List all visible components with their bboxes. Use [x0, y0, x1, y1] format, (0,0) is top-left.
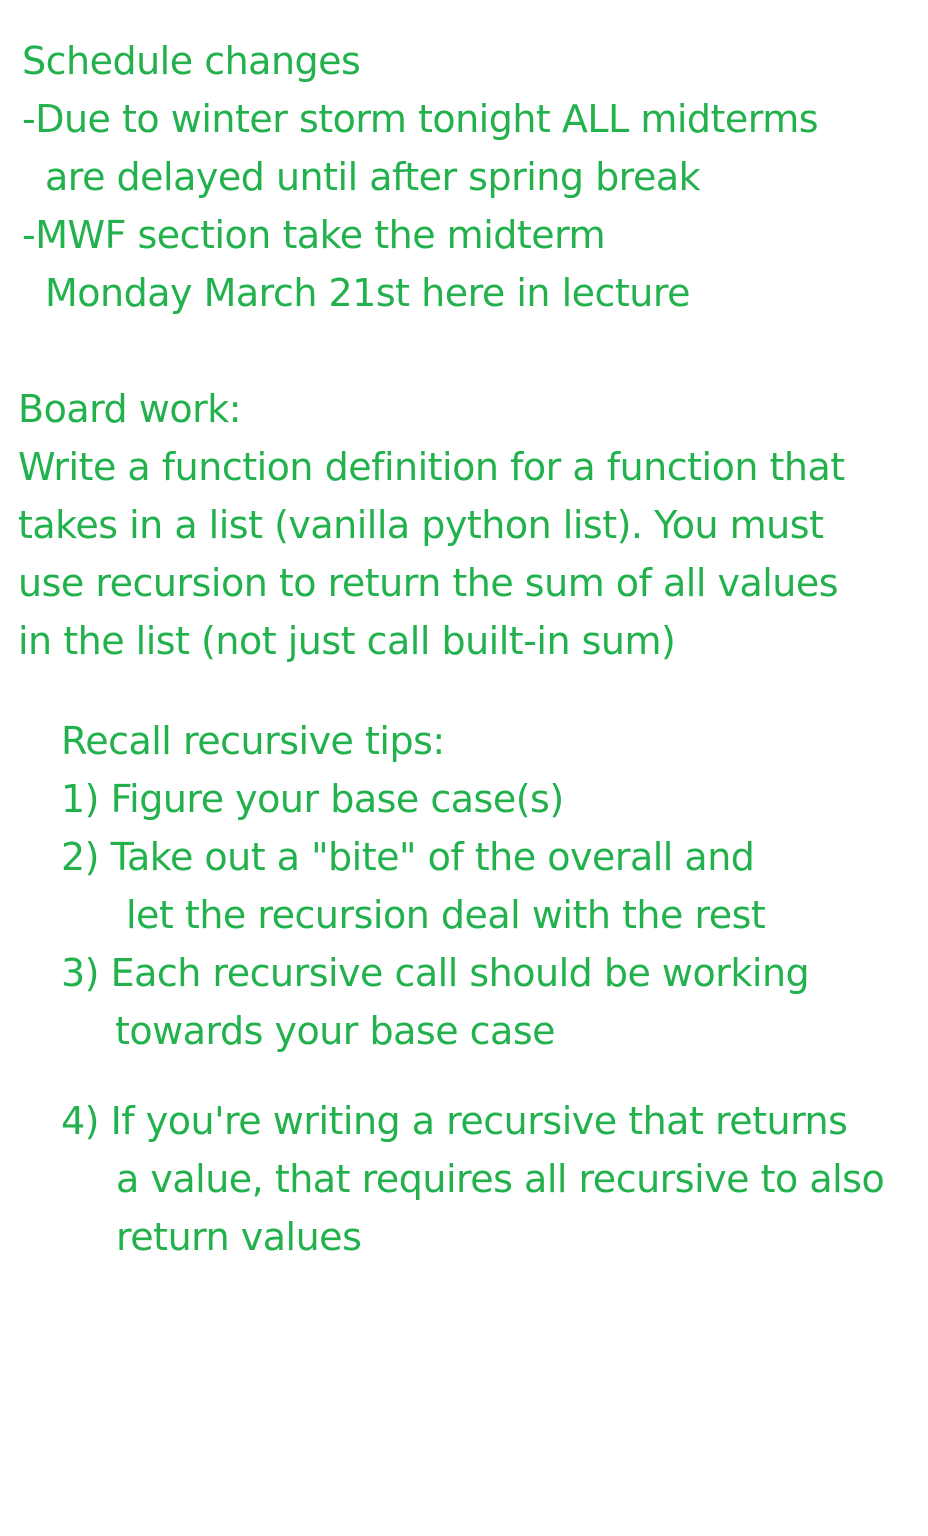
tip-line: towards your base case — [115, 1009, 556, 1053]
schedule-line: Monday March 21st here in lecture — [45, 271, 691, 315]
schedule-line: -Due to winter storm tonight ALL midterm… — [22, 97, 819, 141]
board-work-heading: Board work: — [18, 387, 242, 431]
tip-line: return values — [116, 1215, 362, 1259]
schedule-heading: Schedule changes — [22, 39, 361, 83]
board-work-line: takes in a list (vanilla python list). Y… — [18, 503, 824, 547]
board-work-line: use recursion to return the sum of all v… — [18, 561, 839, 605]
schedule-line: -MWF section take the midterm — [22, 213, 606, 257]
board-work-line: Write a function definition for a functi… — [18, 445, 845, 489]
tip-line: let the recursion deal with the rest — [126, 893, 766, 937]
tip-line: 4) If you're writing a recursive that re… — [61, 1099, 848, 1143]
tip-line: 1) Figure your base case(s) — [61, 777, 564, 821]
tip-line: a value, that requires all recursive to … — [116, 1157, 885, 1201]
notes-page: Schedule changes -Due to winter storm to… — [0, 0, 928, 1536]
tips-heading: Recall recursive tips: — [61, 719, 445, 763]
schedule-line: are delayed until after spring break — [45, 155, 701, 199]
tip-line: 3) Each recursive call should be working — [61, 951, 810, 995]
board-work-line: in the list (not just call built-in sum) — [18, 619, 676, 663]
tip-line: 2) Take out a "bite" of the overall and — [61, 835, 755, 879]
